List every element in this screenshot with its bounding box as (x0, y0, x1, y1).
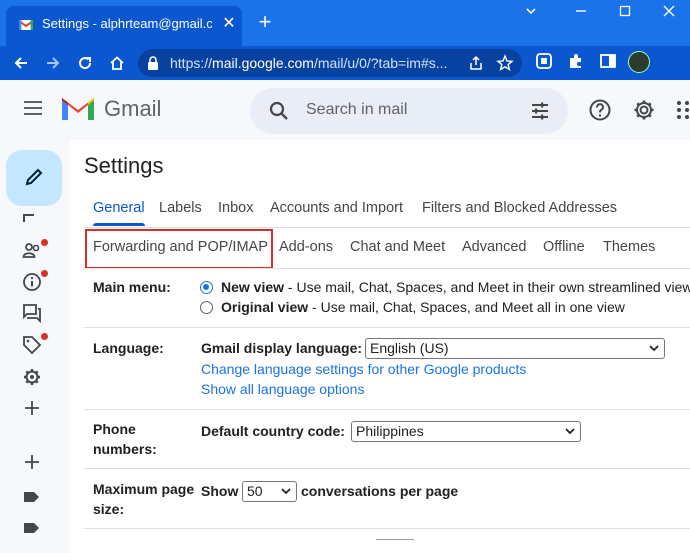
row-divider (84, 528, 690, 529)
gmail-logo-icon[interactable] (60, 94, 96, 122)
left-rail (0, 140, 70, 553)
label-icon[interactable] (22, 521, 44, 543)
reload-icon[interactable] (72, 50, 98, 76)
original-view-radio[interactable] (200, 301, 213, 314)
info-icon[interactable] (22, 270, 48, 294)
show-label: Show (201, 483, 239, 499)
page-size-value: 50 (247, 483, 263, 499)
language-label: Language: (93, 340, 164, 356)
minimize-button[interactable] (566, 4, 596, 26)
tab-inbox[interactable]: Inbox (218, 190, 253, 226)
maximize-button[interactable] (610, 4, 640, 26)
notification-dot (41, 270, 48, 277)
label-icon[interactable] (22, 490, 44, 512)
conversations-per-page-label: conversations per page (301, 483, 459, 499)
page-title: Settings (84, 153, 164, 178)
row-divider (84, 468, 690, 469)
home-icon[interactable] (104, 50, 130, 76)
search-bar[interactable]: Search in mail (250, 88, 568, 134)
people-icon[interactable] (22, 239, 48, 263)
display-language-label: Gmail display language: (201, 340, 363, 356)
label-tag-icon[interactable] (22, 333, 48, 357)
new-view-radio[interactable] (200, 281, 213, 294)
max-page-size-label: Maximum page size: (93, 481, 195, 517)
tab-add-ons[interactable]: Add-ons (279, 229, 333, 265)
settings-tabs-row-1: General Labels Inbox Accounts and Import… (70, 190, 690, 226)
chat-icon[interactable] (22, 303, 44, 325)
search-icon[interactable] (268, 100, 290, 122)
change-language-link[interactable]: Change language settings for other Googl… (201, 359, 526, 379)
tab-search-icon[interactable] (516, 4, 546, 26)
profile-avatar[interactable] (628, 51, 650, 73)
new-tab-button[interactable]: + (254, 11, 276, 33)
tabs-divider (84, 227, 690, 228)
new-view-option[interactable]: New view - Use mail, Chat, Spaces, and M… (221, 277, 690, 297)
google-apps-icon[interactable] (676, 100, 690, 120)
browser-toolbar: https://mail.google.com/mail/u/0/?tab=im… (0, 46, 690, 80)
scroll-hint (376, 539, 414, 540)
notification-dot (41, 239, 48, 246)
chevron-down-icon (649, 345, 659, 352)
search-options-icon[interactable] (530, 101, 550, 121)
tab-chat-and-meet[interactable]: Chat and Meet (350, 229, 445, 265)
display-language-select[interactable]: English (US) (365, 338, 665, 359)
lock-icon[interactable] (146, 55, 160, 71)
tab-close-icon[interactable]: ✕ (220, 15, 238, 33)
close-window-button[interactable] (654, 4, 684, 26)
browser-tab[interactable]: Settings - alphrteam@gmail.com ✕ (6, 6, 242, 46)
tab-accounts-and-import[interactable]: Accounts and Import (270, 190, 403, 226)
row-divider (84, 409, 690, 410)
bookmark-star-icon[interactable] (496, 54, 514, 72)
extension-icon[interactable] (532, 51, 556, 75)
highlight-annotation-box (85, 229, 273, 269)
tab-title: Settings - alphrteam@gmail.com (42, 16, 212, 31)
gmail-header: Gmail Search in mail (0, 80, 690, 140)
main-menu-icon[interactable] (22, 99, 44, 117)
back-icon[interactable] (8, 50, 34, 76)
browser-tab-strip: Settings - alphrteam@gmail.com ✕ + (0, 0, 690, 46)
mail-icon[interactable] (22, 210, 44, 232)
tab-general[interactable]: General (93, 190, 145, 226)
extensions-puzzle-icon[interactable] (564, 51, 588, 75)
manage-labels-gear-icon[interactable] (22, 367, 44, 389)
tab-advanced[interactable]: Advanced (462, 229, 527, 265)
compose-button[interactable] (6, 150, 62, 206)
country-code-label: Default country code: (201, 423, 345, 439)
main-menu-label: Main menu: (93, 279, 171, 295)
phone-numbers-label: Phone numbers: (93, 421, 157, 457)
pencil-icon (25, 168, 43, 186)
tab-themes[interactable]: Themes (603, 229, 655, 265)
new-plus-icon[interactable] (22, 452, 44, 474)
gmail-favicon-icon (18, 20, 34, 30)
gmail-wordmark[interactable]: Gmail (104, 96, 161, 122)
url-text[interactable]: https://mail.google.com/mail/u/0/?tab=im… (170, 55, 460, 71)
country-code-select[interactable]: Philippines (351, 421, 581, 442)
help-icon[interactable] (588, 98, 612, 122)
tab-offline[interactable]: Offline (543, 229, 585, 265)
share-icon[interactable] (468, 55, 484, 71)
chevron-down-icon (281, 488, 291, 495)
display-language-value: English (US) (370, 340, 449, 356)
country-code-value: Philippines (356, 423, 424, 439)
search-input[interactable]: Search in mail (306, 101, 407, 119)
page-size-select[interactable]: 50 (242, 481, 297, 502)
gear-icon[interactable] (632, 98, 656, 122)
show-all-languages-link[interactable]: Show all language options (201, 379, 364, 399)
tab-filters-and-blocked-addresses[interactable]: Filters and Blocked Addresses (422, 190, 617, 226)
notification-dot (41, 333, 48, 340)
side-panel-icon[interactable] (596, 51, 620, 75)
tabs-bottom-divider (84, 268, 690, 269)
address-bar[interactable]: https://mail.google.com/mail/u/0/?tab=im… (138, 49, 522, 77)
original-view-option[interactable]: Original view - Use mail, Chat, Spaces, … (221, 297, 625, 317)
chevron-down-icon (565, 428, 575, 435)
tab-labels[interactable]: Labels (159, 190, 202, 226)
create-label-plus-icon[interactable] (22, 398, 44, 420)
row-divider (84, 327, 690, 328)
forward-icon[interactable] (40, 50, 66, 76)
settings-panel: Settings General Labels Inbox Accounts a… (70, 140, 690, 553)
